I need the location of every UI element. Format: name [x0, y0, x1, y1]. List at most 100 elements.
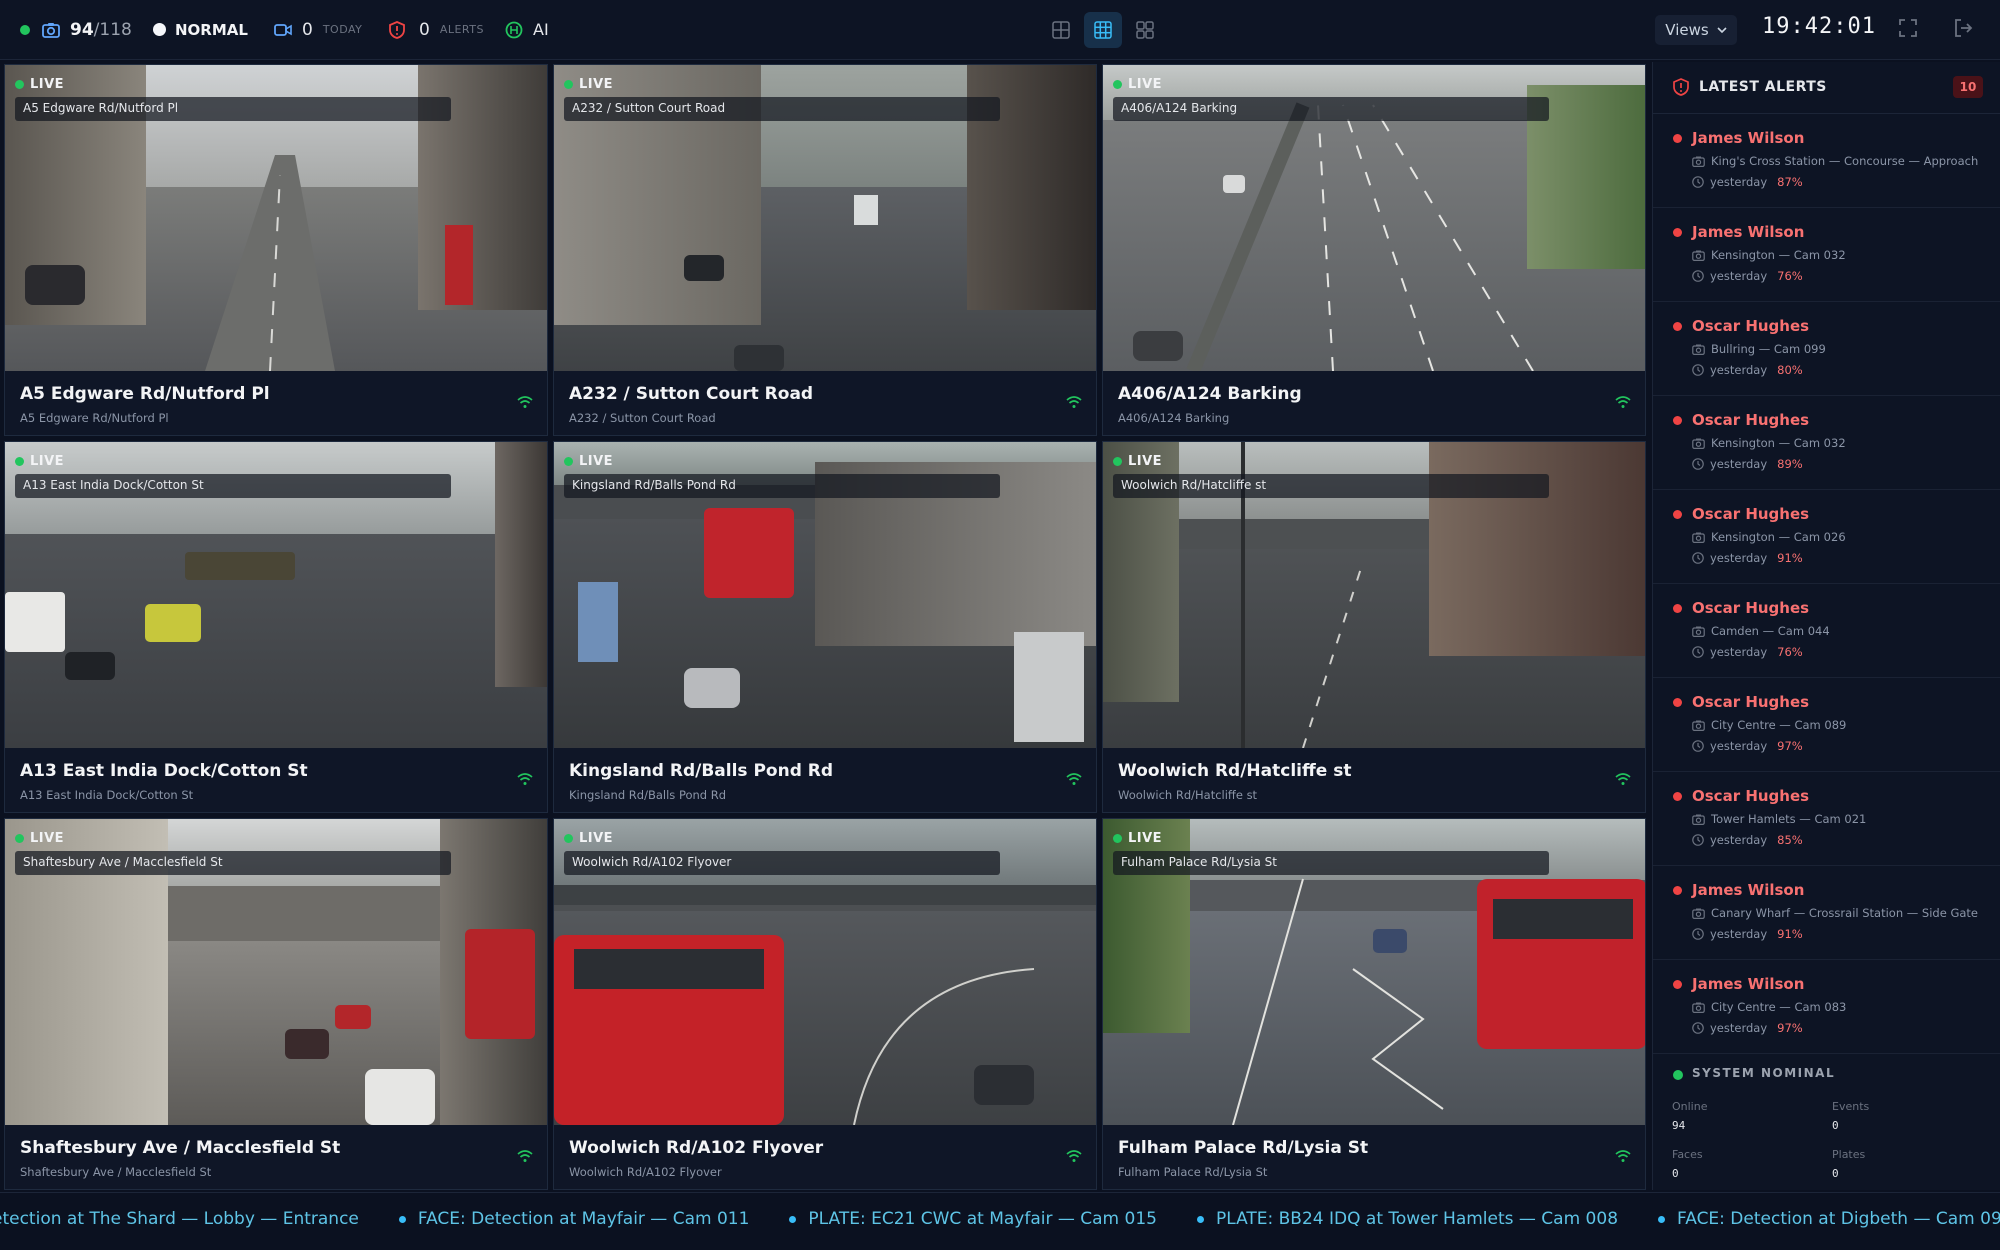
live-badge: LIVE	[564, 77, 613, 92]
alert-time: yesterday	[1710, 175, 1768, 189]
cameras-online-count: 94	[70, 19, 94, 40]
alert-item[interactable]: James Wilson Kensington — Cam 032 yesterda…	[1653, 208, 2000, 302]
clock-icon	[1692, 646, 1704, 658]
event-ticker: etection at The Shard — Lobby — Entrance…	[0, 1192, 2000, 1250]
live-label: LIVE	[579, 831, 614, 846]
alert-item[interactable]: Oscar Hughes Kensington — Cam 026 yesterda…	[1653, 490, 2000, 584]
alert-location: King's Cross Station — Concourse — Appro…	[1711, 154, 1979, 168]
clock-icon	[1692, 834, 1704, 846]
logout-button[interactable]	[1953, 18, 1973, 42]
camera-icon	[42, 22, 60, 38]
camera-title: Woolwich Rd/Hatcliffe st	[1118, 761, 1352, 781]
layout-2x2-button[interactable]	[1042, 12, 1080, 48]
camera-footer: A13 East India Dock/Cotton St A13 East I…	[5, 748, 547, 812]
mode-indicator: NORMAL	[153, 0, 248, 60]
wifi-signal-icon	[1615, 1150, 1631, 1162]
alert-item[interactable]: Oscar Hughes Tower Hamlets — Cam 021 yeste…	[1653, 772, 2000, 866]
alert-item[interactable]: James Wilson City Centre — Cam 083 yesterd…	[1653, 960, 2000, 1054]
camera-footer: Fulham Palace Rd/Lysia St Fulham Palace …	[1103, 1125, 1645, 1189]
camera-tile[interactable]: LIVE Woolwich Rd/A102 Flyover Woolwich R…	[553, 818, 1097, 1190]
alert-person-name: Oscar Hughes	[1692, 411, 1810, 429]
fullscreen-button[interactable]	[1898, 18, 1918, 42]
alert-item[interactable]: Oscar Hughes Bullring — Cam 099 yesterday 8…	[1653, 302, 2000, 396]
clock-icon	[1692, 458, 1704, 470]
camera-icon	[1692, 156, 1705, 167]
alert-status-dot	[1673, 980, 1682, 989]
alerts-count: 0	[419, 19, 430, 40]
camera-overlay-label: Shaftesbury Ave / Macclesfield St	[15, 851, 451, 875]
camera-tile[interactable]: LIVE Fulham Palace Rd/Lysia St Fulham Pa…	[1102, 818, 1646, 1190]
camera-tile[interactable]: LIVE A5 Edgware Rd/Nutford Pl A5 Edgware…	[4, 64, 548, 436]
grid-2x2-icon	[1052, 21, 1070, 39]
camera-subtitle: A406/A124 Barking	[1118, 411, 1230, 425]
ticker-item: FACE: Detection at Mayfair — Cam 011	[398, 1209, 749, 1229]
live-badge: LIVE	[15, 831, 64, 846]
live-label: LIVE	[579, 77, 614, 92]
alert-location: Canary Wharf — Crossrail Station — Side …	[1711, 906, 1979, 920]
camera-footer: Kingsland Rd/Balls Pond Rd Kingsland Rd/…	[554, 748, 1096, 812]
faces-label: Faces	[1672, 1148, 1703, 1161]
live-dot	[1113, 457, 1122, 466]
events-label: Events	[1832, 1100, 1870, 1113]
layout-4x4-button[interactable]	[1126, 12, 1164, 48]
clock-icon	[1692, 740, 1704, 752]
camera-title: A13 East India Dock/Cotton St	[20, 761, 308, 781]
grid-3x3-icon	[1094, 21, 1112, 39]
alert-status-dot	[1673, 228, 1682, 237]
camera-tile[interactable]: LIVE A232 / Sutton Court Road A232 / Sut…	[553, 64, 1097, 436]
ai-status[interactable]: AI	[505, 0, 549, 60]
alert-confidence: 89%	[1777, 457, 1803, 471]
live-label: LIVE	[1128, 831, 1163, 846]
system-status-label: SYSTEM NOMINAL	[1692, 1066, 1836, 1080]
fullscreen-icon	[1899, 19, 1917, 37]
today-stat: 0 TODAY	[274, 0, 362, 60]
alert-person-name: Oscar Hughes	[1692, 505, 1810, 523]
camera-title: A5 Edgware Rd/Nutford Pl	[20, 384, 270, 404]
today-label: TODAY	[322, 23, 363, 36]
live-badge: LIVE	[564, 454, 613, 469]
views-dropdown[interactable]: Views	[1655, 15, 1737, 45]
camera-footer: A406/A124 Barking A406/A124 Barking	[1103, 371, 1645, 435]
layout-3x3-button[interactable]	[1084, 12, 1122, 48]
live-badge: LIVE	[1113, 831, 1162, 846]
ticker-item: etection at The Shard — Lobby — Entrance	[0, 1209, 359, 1229]
plates-value: 0	[1832, 1167, 1839, 1180]
alert-item[interactable]: Oscar Hughes Camden — Cam 044 yesterday 76%	[1653, 584, 2000, 678]
alert-person-name: Oscar Hughes	[1692, 787, 1810, 805]
camera-tile[interactable]: LIVE A13 East India Dock/Cotton St A13 E…	[4, 441, 548, 813]
mode-dot	[153, 23, 166, 36]
live-label: LIVE	[579, 454, 614, 469]
alert-item[interactable]: Oscar Hughes Kensington — Cam 032 yesterda…	[1653, 396, 2000, 490]
alert-person-name: James Wilson	[1692, 881, 1805, 899]
camera-subtitle: Fulham Palace Rd/Lysia St	[1118, 1165, 1268, 1179]
alert-item[interactable]: James Wilson Canary Wharf — Crossrail Sta…	[1653, 866, 2000, 960]
camera-overlay-label: A406/A124 Barking	[1113, 97, 1549, 121]
camera-tile[interactable]: LIVE Kingsland Rd/Balls Pond Rd Kingslan…	[553, 441, 1097, 813]
camera-subtitle: A5 Edgware Rd/Nutford Pl	[20, 411, 169, 425]
online-value: 94	[1672, 1119, 1686, 1132]
alert-confidence: 80%	[1777, 363, 1803, 377]
wifi-signal-icon	[1066, 396, 1082, 408]
events-metric: Events 0	[1832, 1100, 1869, 1132]
alert-location: City Centre — Cam 089	[1711, 718, 1847, 732]
shield-alert-icon	[389, 20, 405, 39]
camera-tile[interactable]: LIVE Shaftesbury Ave / Macclesfield St S…	[4, 818, 548, 1190]
alert-item[interactable]: Oscar Hughes City Centre — Cam 089 yesterd…	[1653, 678, 2000, 772]
camera-subtitle: A232 / Sutton Court Road	[569, 411, 716, 425]
alert-confidence: 85%	[1777, 833, 1803, 847]
clock-icon	[1692, 928, 1704, 940]
online-metric: Online 94	[1672, 1100, 1707, 1132]
alert-time: yesterday	[1710, 1021, 1768, 1035]
alert-person-name: James Wilson	[1692, 975, 1805, 993]
camera-title: Fulham Palace Rd/Lysia St	[1118, 1138, 1369, 1158]
camera-tile[interactable]: LIVE A406/A124 Barking A406/A124 Barking…	[1102, 64, 1646, 436]
alert-item[interactable]: James Wilson King's Cross Station — Conco…	[1653, 114, 2000, 208]
camera-footer: Woolwich Rd/Hatcliffe st Woolwich Rd/Hat…	[1103, 748, 1645, 812]
live-badge: LIVE	[15, 454, 64, 469]
camera-footer: A5 Edgware Rd/Nutford Pl A5 Edgware Rd/N…	[5, 371, 547, 435]
camera-title: Woolwich Rd/A102 Flyover	[569, 1138, 824, 1158]
faces-value: 0	[1672, 1167, 1679, 1180]
camera-subtitle: Woolwich Rd/Hatcliffe st	[1118, 788, 1258, 802]
camera-subtitle: Kingsland Rd/Balls Pond Rd	[569, 788, 727, 802]
camera-tile[interactable]: LIVE Woolwich Rd/Hatcliffe st Woolwich R…	[1102, 441, 1646, 813]
